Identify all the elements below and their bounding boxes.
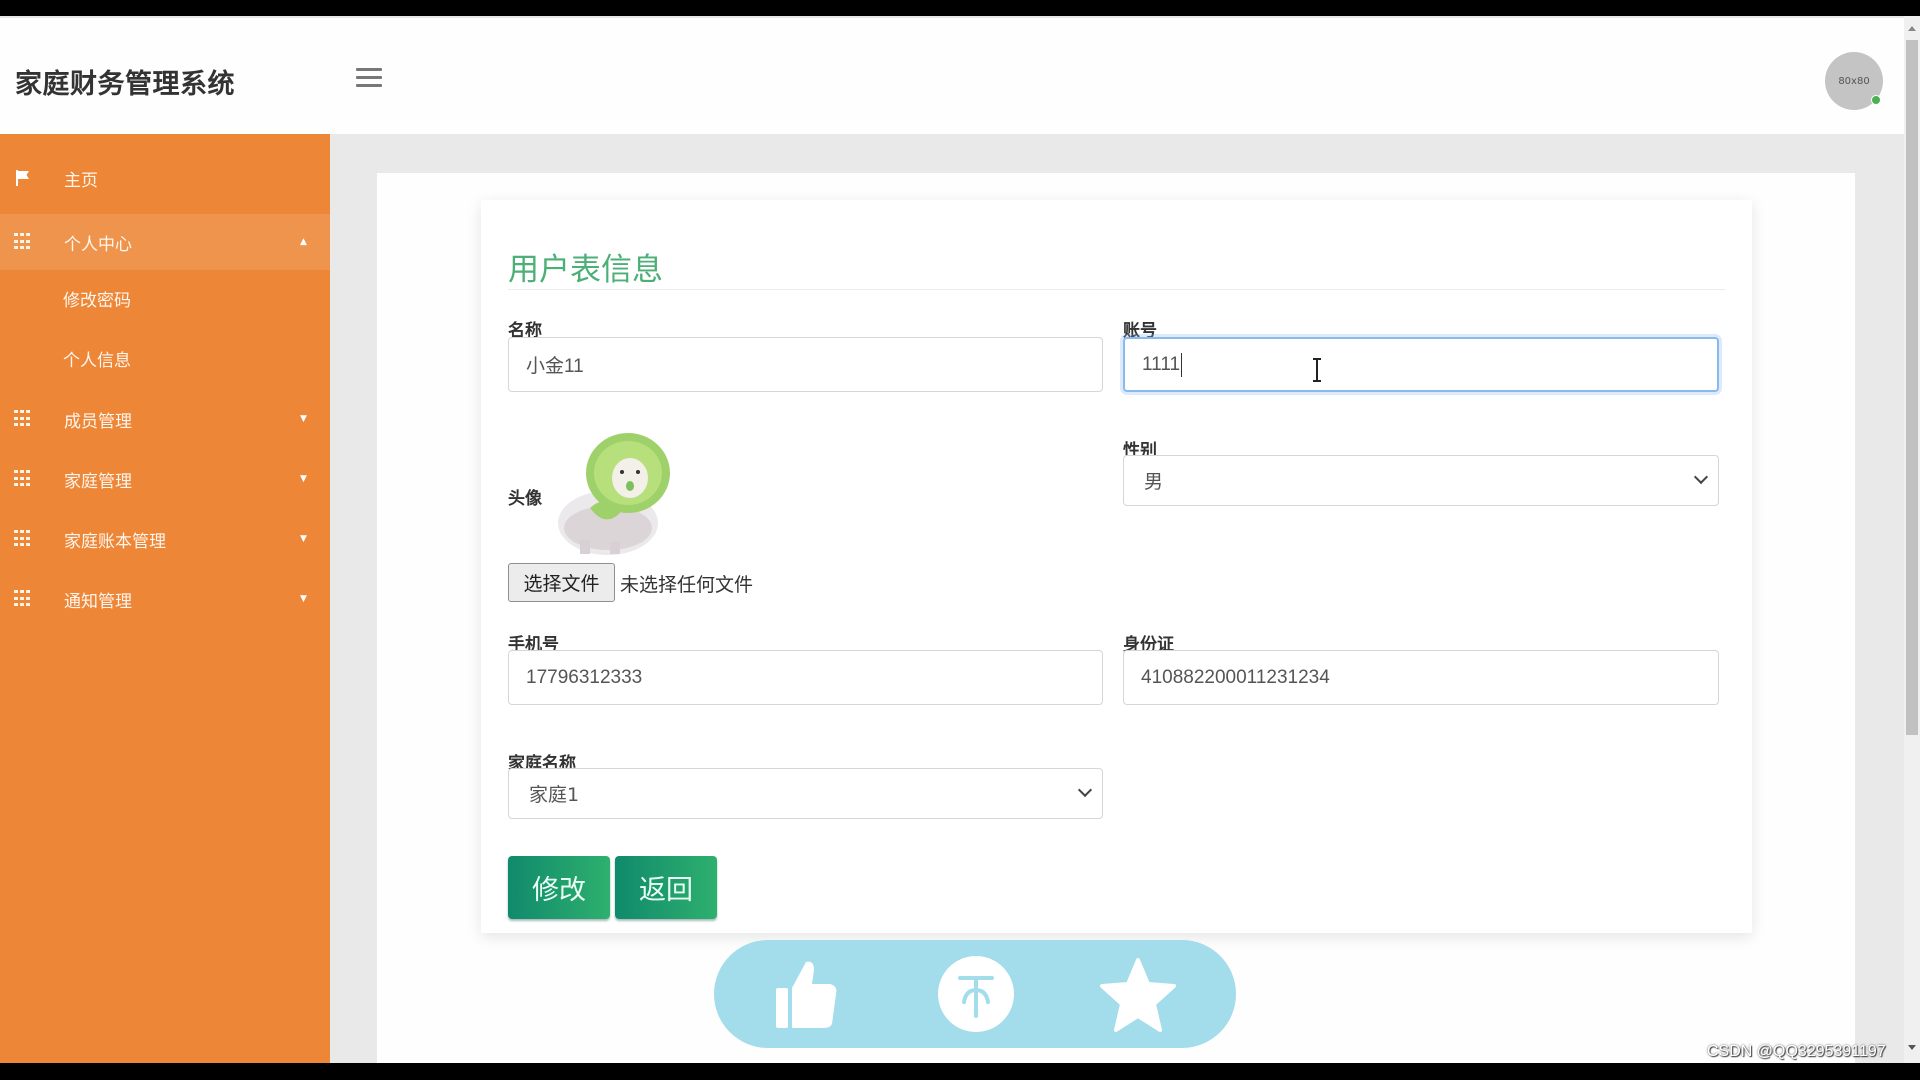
sidebar-item-label: 通知管理 — [64, 591, 132, 612]
sidebar-item-label: 主页 — [64, 170, 98, 191]
page-scrollbar[interactable] — [1904, 16, 1920, 1063]
scroll-up-arrow-icon[interactable] — [1908, 26, 1916, 31]
sidebar-item-label: 个人中心 — [64, 234, 132, 255]
user-info-card: 用户表信息 名称 小金11 账号 1111 头像 选择文件 未选择任何文件 性别… — [481, 200, 1752, 933]
sidebar-item-label: 修改密码 — [63, 290, 131, 311]
sidebar-item-ledger-management[interactable]: 家庭账本管理 ▼ — [0, 511, 330, 567]
menu-toggle-icon[interactable] — [356, 68, 382, 88]
chevron-down-icon — [1693, 469, 1709, 485]
family-select[interactable]: 家庭1 — [508, 768, 1103, 819]
sidebar-item-notice-management[interactable]: 通知管理 ▼ — [0, 571, 330, 627]
back-button[interactable]: 返回 — [615, 856, 717, 919]
caret-down-icon: ▼ — [300, 474, 307, 484]
gender-select[interactable]: 男 — [1123, 455, 1719, 506]
sidebar-item-label: 家庭账本管理 — [64, 531, 166, 552]
like-icon[interactable] — [766, 954, 846, 1034]
file-status: 未选择任何文件 — [620, 574, 754, 596]
mouse-text-cursor-icon — [1313, 358, 1321, 382]
watermark: CSDN @QQ3295391197 — [1707, 1043, 1886, 1060]
scroll-thumb[interactable] — [1906, 40, 1918, 735]
phone-input-value: 17796312333 — [526, 666, 643, 688]
choose-file-button[interactable]: 选择文件 — [508, 563, 615, 602]
submit-button[interactable]: 修改 — [508, 856, 610, 919]
phone-input[interactable]: 17796312333 — [508, 650, 1103, 705]
app-title: 家庭财务管理系统 — [15, 69, 235, 100]
grid-icon — [14, 410, 32, 428]
family-select-value: 家庭1 — [529, 784, 580, 806]
grid-icon — [14, 590, 32, 608]
sidebar: 主页 个人中心 ▲ 修改密码 个人信息 成员管理 ▼ 家庭管理 ▼ 家庭账本管理… — [0, 134, 330, 1063]
top-header: 家庭财务管理系统 80x80 — [0, 16, 1904, 134]
flag-icon — [16, 170, 29, 186]
idcard-input[interactable]: 410882200011231234 — [1123, 650, 1719, 705]
sidebar-item-family-management[interactable]: 家庭管理 ▼ — [0, 451, 330, 507]
sidebar-item-home[interactable]: 主页 — [0, 150, 330, 206]
account-input-value: 1111 — [1142, 353, 1181, 375]
text-caret — [1181, 352, 1183, 377]
sidebar-item-label: 成员管理 — [64, 411, 132, 432]
name-input-value: 小金11 — [526, 356, 584, 377]
sidebar-item-label: 家庭管理 — [64, 471, 132, 492]
sidebar-item-change-password[interactable]: 修改密码 — [0, 270, 330, 326]
title-divider — [508, 289, 1725, 290]
sidebar-item-personal-info[interactable]: 个人信息 — [0, 330, 330, 386]
star-icon[interactable] — [1098, 954, 1178, 1034]
grid-icon — [14, 233, 32, 251]
idcard-input-value: 410882200011231234 — [1141, 666, 1330, 688]
caret-down-icon: ▼ — [300, 534, 307, 544]
caret-down-icon: ▼ — [300, 414, 307, 424]
app-screen: 家庭财务管理系统 80x80 主页 个人中心 ▲ 修改密码 个人信息 成员管理 … — [0, 16, 1920, 1063]
name-input[interactable]: 小金11 — [508, 337, 1103, 392]
account-input[interactable]: 1111 — [1123, 337, 1719, 392]
avatar-label: 头像 — [508, 489, 542, 509]
floating-action-bar — [714, 940, 1236, 1048]
coin-icon[interactable] — [936, 954, 1016, 1034]
caret-up-icon: ▲ — [300, 237, 307, 247]
sidebar-item-member-management[interactable]: 成员管理 ▼ — [0, 391, 330, 447]
grid-icon — [14, 530, 32, 548]
grid-icon — [14, 470, 32, 488]
page-title: 用户表信息 — [508, 252, 663, 288]
scroll-down-arrow-icon[interactable] — [1908, 1045, 1916, 1050]
avatar-image — [558, 433, 670, 555]
caret-down-icon: ▼ — [300, 594, 307, 604]
gender-select-value: 男 — [1144, 471, 1164, 493]
chevron-down-icon — [1077, 782, 1093, 798]
online-status-dot — [1871, 95, 1881, 105]
sidebar-item-label: 个人信息 — [63, 350, 131, 371]
sidebar-item-personal-center[interactable]: 个人中心 ▲ — [0, 214, 330, 270]
